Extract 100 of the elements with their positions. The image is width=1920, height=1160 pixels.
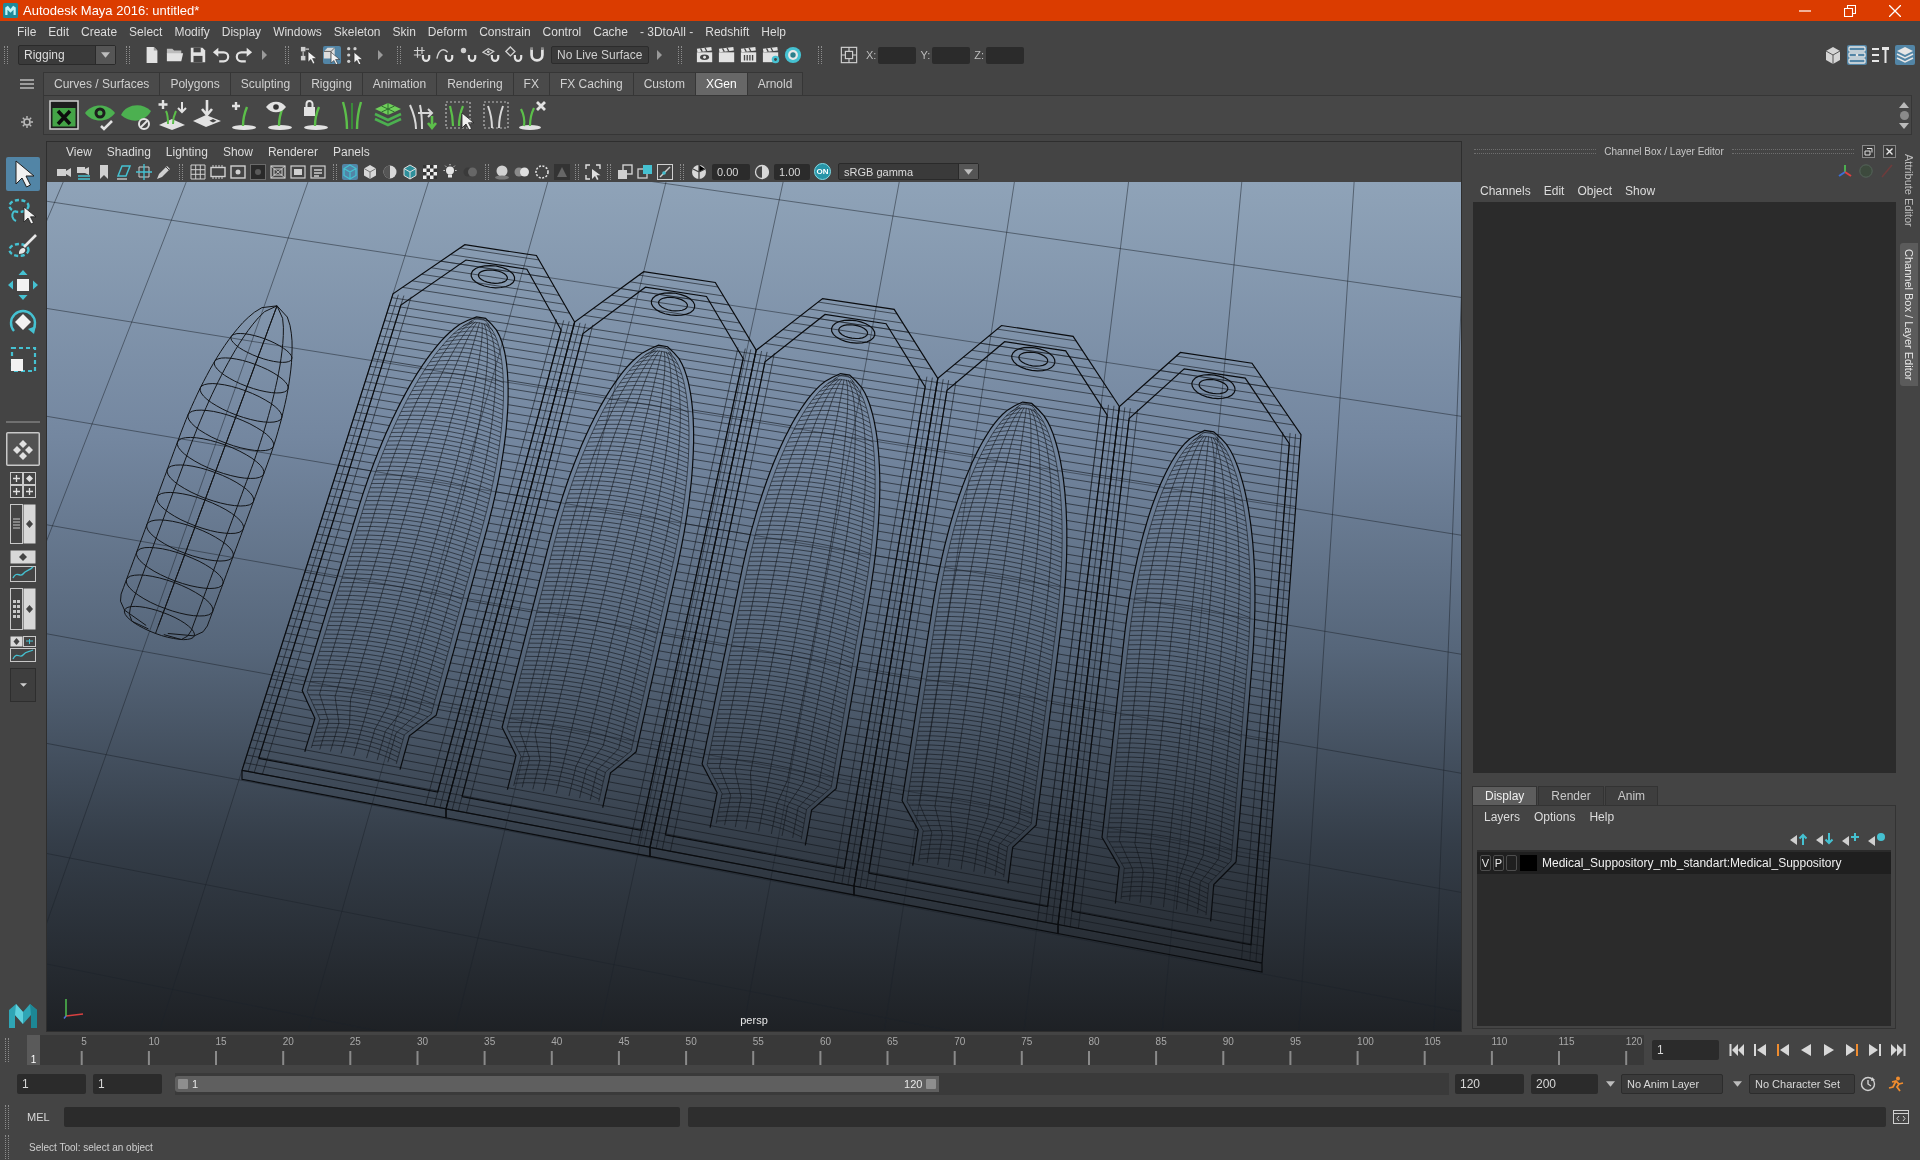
menu-set-dropdown[interactable]: Rigging [18,45,116,65]
menu-item[interactable]: Windows [273,24,322,39]
range-slider-bar[interactable] [175,1076,940,1092]
panel-menu-item[interactable]: Show [222,144,253,159]
dashed-circle-icon[interactable] [534,163,550,180]
layer-row[interactable]: V P Medical_Suppository_mb_standart:Medical_Suppository [1477,852,1891,874]
time-slider[interactable]: 1 5 10 15 20 25 30 35 40 45 50 55 60 65 70 75 80 85 90 95 100 105 110 115 120 [27,1035,1644,1065]
current-frame-field[interactable]: 1 [1652,1040,1719,1060]
menu-item[interactable]: File [17,24,37,39]
menu-item[interactable]: Display [221,24,262,39]
visibility-toggle[interactable]: V [1480,855,1491,871]
layer-menu-item[interactable]: Help [1589,810,1615,824]
color-swatch-icon[interactable] [1520,855,1537,871]
skip-to-start-icon[interactable] [1729,1042,1745,1058]
slider-list-icon[interactable] [1847,45,1867,65]
shelf-tab[interactable]: Arnold [746,72,804,95]
playback-toggle[interactable]: P [1493,855,1504,871]
dark-frame-icon[interactable] [250,163,266,180]
command-language-label[interactable]: MEL [27,1111,64,1123]
menu-item[interactable]: Deform [427,24,468,39]
running-figure-icon[interactable] [1888,1076,1904,1092]
clock-arrows-icon[interactable] [1860,1076,1876,1092]
magnet-icon[interactable] [528,46,546,64]
layer-menu-item[interactable]: Options [1534,810,1576,824]
shelf-dot-icon[interactable] [1899,110,1909,120]
panel-menu-item[interactable]: Lighting [165,144,208,159]
curve-magnet-icon[interactable] [436,46,454,64]
wireframe-cube-icon[interactable] [342,163,358,180]
layer-editor-tab[interactable]: Display [1472,786,1538,805]
close-icon[interactable] [1883,144,1896,158]
menu-item[interactable]: Select [129,24,163,39]
scroll-down-icon[interactable] [1899,122,1909,129]
cursor-brackets-icon[interactable] [585,163,601,180]
lined-frame-icon[interactable] [310,163,326,180]
panel-menu-item[interactable]: Renderer [267,144,318,159]
scroll-up-icon[interactable] [1899,101,1909,108]
cube-icon[interactable] [1823,45,1843,65]
grass-plus-icon[interactable] [156,99,188,131]
triangle-tile-icon[interactable] [554,163,570,180]
viewport-canvas[interactable]: persp [47,182,1461,1031]
panel-menu-item[interactable]: View [66,144,92,159]
console-window-icon[interactable] [1893,1109,1909,1125]
layers-icon[interactable] [1895,45,1915,65]
strand-cursor-icon[interactable] [444,99,476,131]
crosshair-square-icon[interactable] [840,46,858,64]
overlapping-squares-icon[interactable] [617,163,633,180]
layer-editor-tab[interactable]: Render [1538,786,1604,805]
shaded-wire-cube-icon[interactable] [402,163,418,180]
coordinate-field[interactable] [878,46,917,64]
nested-frame-icon[interactable] [290,163,306,180]
menu-item[interactable]: Skeleton [333,24,381,39]
live-surface-field[interactable]: No Live Surface [551,46,649,64]
step-back-frame-icon[interactable] [1775,1042,1791,1058]
menu-item[interactable]: Edit [48,24,70,39]
menu-item[interactable]: Constrain [479,24,531,39]
float-window-icon[interactable] [1862,144,1875,158]
half-disc-icon[interactable] [754,163,770,180]
channel-menu-item[interactable]: Edit [1543,183,1565,198]
list-pane-layout-icon[interactable] [10,504,36,544]
range-handle[interactable] [178,1079,188,1089]
menu-item[interactable]: Cache [593,24,628,39]
coordinate-field[interactable] [986,46,1024,64]
slanted-plane-icon[interactable] [116,163,132,180]
layer-type-toggle[interactable] [1506,855,1517,871]
menu-item[interactable]: Redshift [705,24,750,39]
panel-menu-item[interactable]: Shading [106,144,151,159]
move-arrows-icon[interactable] [6,268,40,302]
step-back-key-icon[interactable] [1752,1042,1768,1058]
graph-pane-layout-icon[interactable] [10,550,36,582]
single-pane-layout-icon[interactable] [6,432,40,466]
pencil-icon[interactable] [156,163,172,180]
vertex-cursor-icon[interactable] [346,46,364,64]
view-transform-dropdown[interactable]: sRGB gamma [838,163,979,180]
shelf-tab[interactable]: Sculpting [229,72,302,95]
anim-layer-field[interactable]: No Anim Layer [1621,1074,1723,1094]
point-magnet-icon[interactable] [459,46,477,64]
crossed-frame-icon[interactable] [270,163,286,180]
clapperboard-eye-icon[interactable] [696,46,714,64]
hierarchy-cursor-icon[interactable] [300,46,318,64]
menu-item[interactable]: Skin [392,24,416,39]
light-bulb-icon[interactable] [442,163,458,180]
film-frame-icon[interactable] [210,163,226,180]
shelf-tab[interactable]: XGen [694,72,748,95]
clapperboard-gear-icon[interactable] [762,46,780,64]
step-forward-frame-icon[interactable] [1844,1042,1860,1058]
channel-menu-item[interactable]: Channels [1480,183,1531,198]
color-management-toggle[interactable]: ON [814,163,831,180]
diamond-magnet-icon[interactable] [505,46,523,64]
range-slider-track[interactable]: 1 120 [175,1073,1449,1095]
sphere-ring-icon[interactable] [784,46,802,64]
arrow-down-layer-icon[interactable] [1815,832,1835,846]
strand-x-icon[interactable] [516,99,548,131]
channel-menu-item[interactable]: Object [1577,183,1613,198]
start-frame-field[interactable]: 1 [17,1074,86,1094]
solid-cube-icon[interactable] [362,163,378,180]
shelf-tab[interactable]: FX Caching [548,72,634,95]
step-forward-key-icon[interactable] [1867,1042,1883,1058]
three-pane-layout-icon[interactable] [10,636,36,662]
range-handle[interactable] [926,1079,937,1089]
crosshair-frame-icon[interactable] [136,163,152,180]
